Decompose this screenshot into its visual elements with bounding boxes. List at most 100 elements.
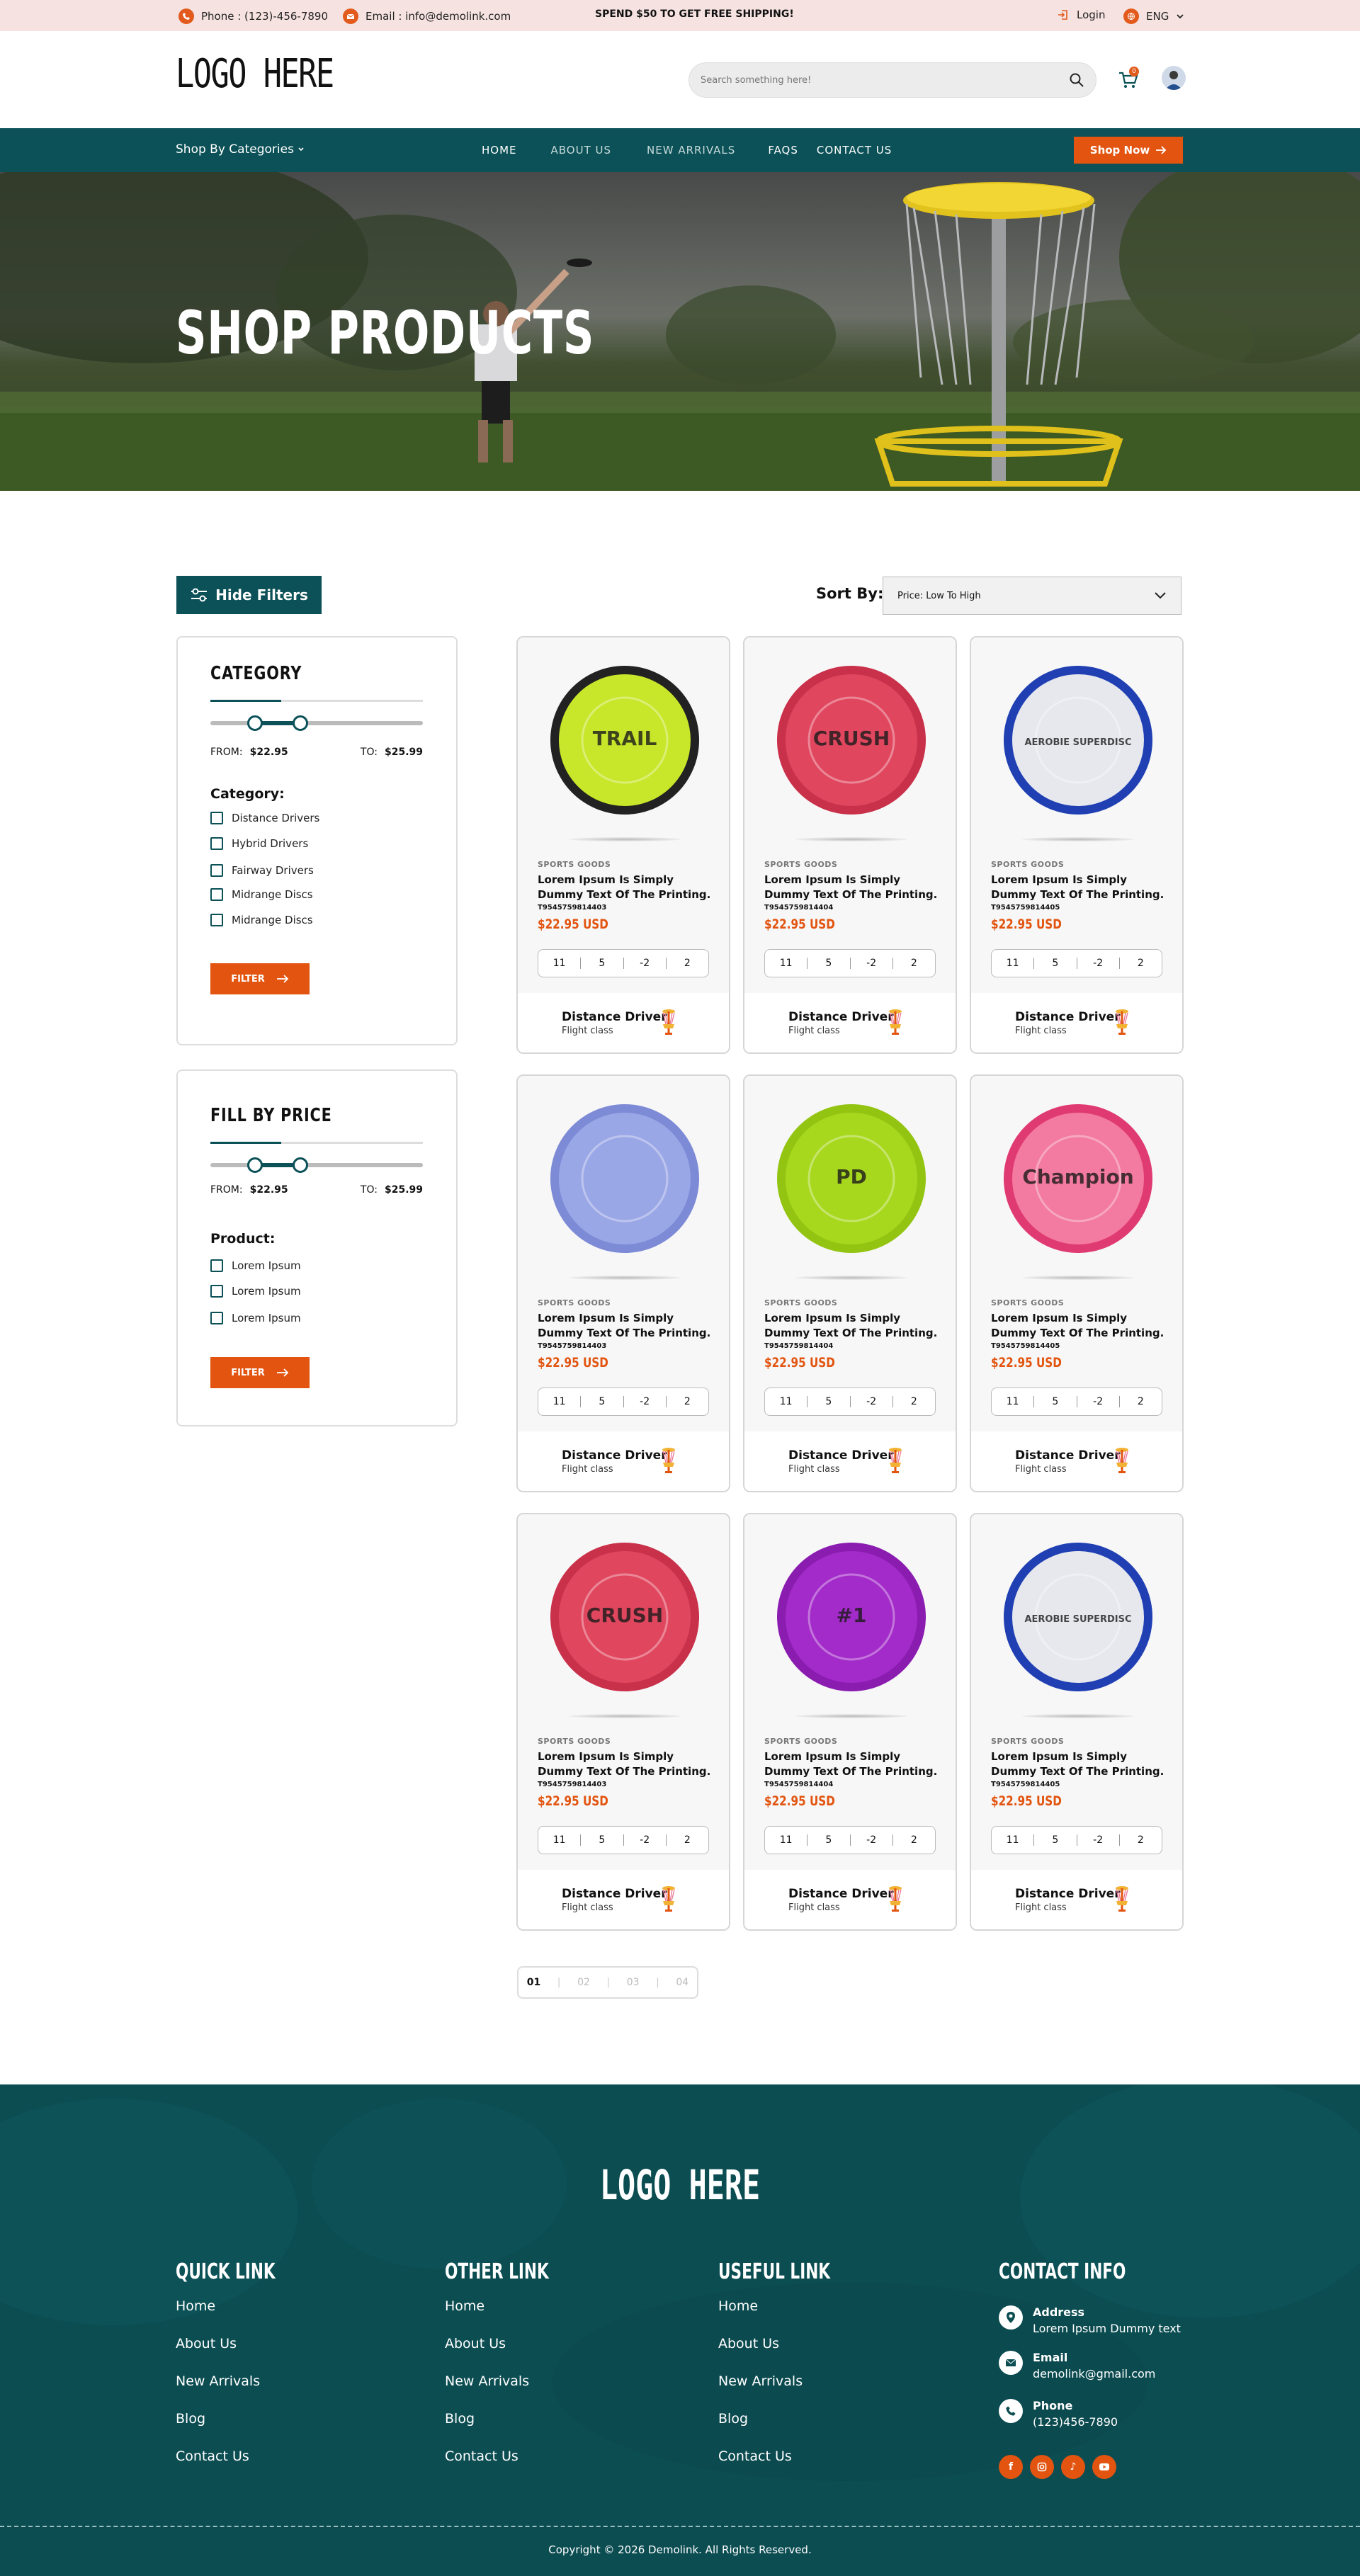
checkbox-fairway-drivers[interactable]: Fairway Drivers <box>210 864 314 877</box>
topbar-phone[interactable]: Phone : (123)-456-7890 <box>178 8 328 24</box>
login-link[interactable]: Login <box>1057 8 1105 21</box>
sort-select[interactable]: Price: Low To High <box>883 577 1182 615</box>
cart-button[interactable]: 0 <box>1118 67 1139 91</box>
checkbox-midrange-discs-2[interactable]: Midrange Discs <box>210 914 313 926</box>
checkbox[interactable] <box>210 914 223 926</box>
page-2[interactable]: 02 <box>577 1977 590 1988</box>
product-title[interactable]: Lorem Ipsum Is Simply Dummy Text Of The … <box>991 1311 1168 1341</box>
product-card[interactable]: Champion SPORTS GOODS Lorem Ipsum Is Simpl… <box>970 1074 1184 1492</box>
shop-now-button[interactable]: Shop Now <box>1074 137 1183 164</box>
product-image-area[interactable]: CRUSH SPORTS GOODS Lorem Ipsum Is Simply D… <box>744 637 956 993</box>
slider-max-handle[interactable] <box>293 1157 308 1173</box>
page-1[interactable]: 01 <box>527 1977 540 1988</box>
price-range-slider[interactable] <box>210 715 423 731</box>
product-title[interactable]: Lorem Ipsum Is Simply Dummy Text Of The … <box>991 1749 1168 1779</box>
phone-value[interactable]: (123)456-7890 <box>1033 2415 1118 2429</box>
category-filter-button[interactable]: FILTER <box>210 963 310 994</box>
product-card[interactable]: SPORTS GOODS Lorem Ipsum Is Simply Dummy … <box>516 1074 730 1492</box>
slider-max-handle[interactable] <box>293 715 308 731</box>
search-bar[interactable] <box>688 62 1096 98</box>
product-card[interactable]: CRUSH SPORTS GOODS Lorem Ipsum Is Simply D… <box>516 1513 730 1931</box>
instagram-icon[interactable] <box>1030 2455 1054 2479</box>
product-disc-image[interactable]: TRAIL <box>549 664 701 816</box>
checkbox[interactable] <box>210 888 223 901</box>
nav-about-us[interactable]: ABOUT US <box>551 144 612 157</box>
checkbox-product-3[interactable]: Lorem Ipsum <box>210 1312 301 1324</box>
page-3[interactable]: 03 <box>627 1977 640 1988</box>
search-icon[interactable] <box>1069 72 1084 88</box>
language-select[interactable]: ENG <box>1123 8 1184 24</box>
footer-link-new-arrivals[interactable]: New Arrivals <box>176 2373 314 2411</box>
footer-link-contact[interactable]: Contact Us <box>176 2449 314 2486</box>
product-title[interactable]: Lorem Ipsum Is Simply Dummy Text Of The … <box>764 873 941 902</box>
facebook-icon[interactable]: f <box>999 2455 1023 2479</box>
checkbox-product-1[interactable]: Lorem Ipsum <box>210 1259 301 1272</box>
product-card[interactable]: TRAIL SPORTS GOODS Lorem Ipsum Is Simply D… <box>516 636 730 1054</box>
product-card[interactable]: PD SPORTS GOODS Lorem Ipsum Is Simply Dumm… <box>743 1074 957 1492</box>
footer-link-about[interactable]: About Us <box>718 2336 874 2373</box>
product-title[interactable]: Lorem Ipsum Is Simply Dummy Text Of The … <box>991 873 1168 902</box>
search-input[interactable] <box>701 74 1069 86</box>
hide-filters-button[interactable]: Hide Filters <box>176 576 322 614</box>
footer-link-home[interactable]: Home <box>445 2298 589 2336</box>
product-image-area[interactable]: Champion SPORTS GOODS Lorem Ipsum Is Simpl… <box>971 1076 1182 1431</box>
product-disc-image[interactable]: #1 <box>776 1541 927 1693</box>
footer-link-home[interactable]: Home <box>718 2298 874 2336</box>
checkbox-distance-drivers[interactable]: Distance Drivers <box>210 812 319 824</box>
footer-link-new-arrivals[interactable]: New Arrivals <box>718 2373 874 2411</box>
footer-link-home[interactable]: Home <box>176 2298 314 2336</box>
footer-logo[interactable]: LOGO HERE <box>191 2161 1169 2209</box>
footer-link-contact[interactable]: Contact Us <box>718 2449 874 2486</box>
site-logo[interactable]: LOGO HERE <box>176 51 334 97</box>
product-title[interactable]: Lorem Ipsum Is Simply Dummy Text Of The … <box>538 1749 715 1779</box>
product-image-area[interactable]: PD SPORTS GOODS Lorem Ipsum Is Simply Dumm… <box>744 1076 956 1431</box>
footer-link-about[interactable]: About Us <box>445 2336 589 2373</box>
product-disc-image[interactable]: CRUSH <box>549 1541 701 1693</box>
product-title[interactable]: Lorem Ipsum Is Simply Dummy Text Of The … <box>764 1749 941 1779</box>
price-range-slider[interactable] <box>210 1157 423 1173</box>
contact-phone[interactable]: Phone (123)456-7890 <box>999 2399 1118 2429</box>
avatar[interactable] <box>1162 66 1186 90</box>
nav-faqs[interactable]: FAQS <box>768 144 798 157</box>
nav-home[interactable]: HOME <box>482 144 517 157</box>
product-title[interactable]: Lorem Ipsum Is Simply Dummy Text Of The … <box>538 873 715 902</box>
checkbox[interactable] <box>210 1285 223 1298</box>
product-image-area[interactable]: #1 SPORTS GOODS Lorem Ipsum Is Simply Dumm… <box>744 1514 956 1870</box>
checkbox[interactable] <box>210 812 223 824</box>
page-4[interactable]: 04 <box>676 1977 688 1988</box>
product-disc-image[interactable] <box>549 1103 701 1254</box>
footer-link-about[interactable]: About Us <box>176 2336 314 2373</box>
product-title[interactable]: Lorem Ipsum Is Simply Dummy Text Of The … <box>538 1311 715 1341</box>
checkbox[interactable] <box>210 837 223 850</box>
checkbox-product-2[interactable]: Lorem Ipsum <box>210 1285 301 1298</box>
product-disc-image[interactable]: PD <box>776 1103 927 1254</box>
topbar-email[interactable]: Email : info@demolink.com <box>343 8 511 24</box>
slider-min-handle[interactable] <box>247 715 263 731</box>
product-image-area[interactable]: CRUSH SPORTS GOODS Lorem Ipsum Is Simply D… <box>518 1514 729 1870</box>
product-disc-image[interactable]: AEROBIE SUPERDISC <box>1002 1541 1154 1693</box>
footer-link-contact[interactable]: Contact Us <box>445 2449 589 2486</box>
product-card[interactable]: AEROBIE SUPERDISC SPORTS GOODS Lorem Ipsum… <box>970 1513 1184 1931</box>
price-filter-button[interactable]: FILTER <box>210 1357 310 1388</box>
email-value[interactable]: demolink@gmail.com <box>1033 2367 1155 2381</box>
product-card[interactable]: #1 SPORTS GOODS Lorem Ipsum Is Simply Dumm… <box>743 1513 957 1931</box>
product-image-area[interactable]: AEROBIE SUPERDISC SPORTS GOODS Lorem Ipsum… <box>971 1514 1182 1870</box>
product-card[interactable]: AEROBIE SUPERDISC SPORTS GOODS Lorem Ipsum… <box>970 636 1184 1054</box>
product-disc-image[interactable]: AEROBIE SUPERDISC <box>1002 664 1154 816</box>
footer-link-blog[interactable]: Blog <box>718 2411 874 2449</box>
product-card[interactable]: CRUSH SPORTS GOODS Lorem Ipsum Is Simply D… <box>743 636 957 1054</box>
product-image-area[interactable]: TRAIL SPORTS GOODS Lorem Ipsum Is Simply D… <box>518 637 729 993</box>
checkbox[interactable] <box>210 1312 223 1324</box>
product-disc-image[interactable]: Champion <box>1002 1103 1154 1254</box>
footer-link-blog[interactable]: Blog <box>176 2411 314 2449</box>
categories-dropdown[interactable]: Shop By Categories <box>176 142 305 157</box>
checkbox[interactable] <box>210 1259 223 1272</box>
product-image-area[interactable]: AEROBIE SUPERDISC SPORTS GOODS Lorem Ipsum… <box>971 637 1182 993</box>
slider-min-handle[interactable] <box>247 1157 263 1173</box>
product-disc-image[interactable]: CRUSH <box>776 664 927 816</box>
footer-link-new-arrivals[interactable]: New Arrivals <box>445 2373 589 2411</box>
checkbox-midrange-discs[interactable]: Midrange Discs <box>210 888 313 901</box>
youtube-icon[interactable] <box>1092 2455 1116 2479</box>
nav-new-arrivals[interactable]: NEW ARRIVALS <box>647 144 735 157</box>
checkbox-hybrid-drivers[interactable]: Hybrid Drivers <box>210 837 308 850</box>
